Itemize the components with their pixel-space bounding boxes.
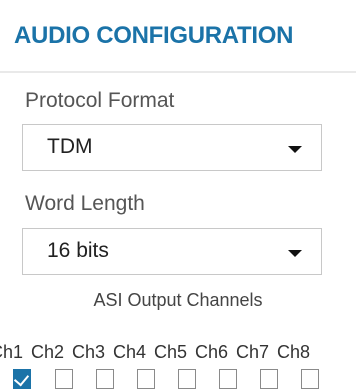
asi-output-channels-heading: ASI Output Channels [93,290,263,310]
check-mark-icon [13,370,30,387]
channel-checkbox-ch5[interactable] [178,369,196,389]
word-length-label: Word Length [25,192,145,215]
channel-label-ch5: Ch5 [154,342,188,362]
protocol-format-select[interactable]: TDM [22,124,322,171]
channel-checkbox-ch4[interactable] [137,369,155,389]
protocol-format-label: Protocol Format [25,89,175,112]
audio-configuration-panel: AUDIO CONFIGURATION Protocol Format TDM … [0,0,356,390]
channel-label-ch2: Ch2 [31,342,65,362]
title-divider [0,71,356,73]
channel-checkbox-ch8[interactable] [301,369,319,389]
channel-label-ch1: Ch1 [0,342,24,362]
channel-checkbox-ch1[interactable] [13,369,31,389]
channel-label-ch8: Ch8 [277,342,311,362]
channel-label-ch7: Ch7 [236,342,270,362]
channel-checkbox-ch6[interactable] [219,369,237,389]
channel-label-ch3: Ch3 [72,342,106,362]
protocol-format-value: TDM [47,135,93,158]
caret-down-icon [288,146,302,153]
word-length-select[interactable]: 16 bits [22,228,322,275]
word-length-value: 16 bits [47,239,109,262]
channel-checkbox-ch3[interactable] [96,369,114,389]
section-title: AUDIO CONFIGURATION [14,22,294,49]
channel-label-ch4: Ch4 [113,342,147,362]
channel-label-ch6: Ch6 [195,342,229,362]
caret-down-icon [288,250,302,257]
channel-checkbox-ch2[interactable] [55,369,73,389]
channel-checkbox-ch7[interactable] [260,369,278,389]
